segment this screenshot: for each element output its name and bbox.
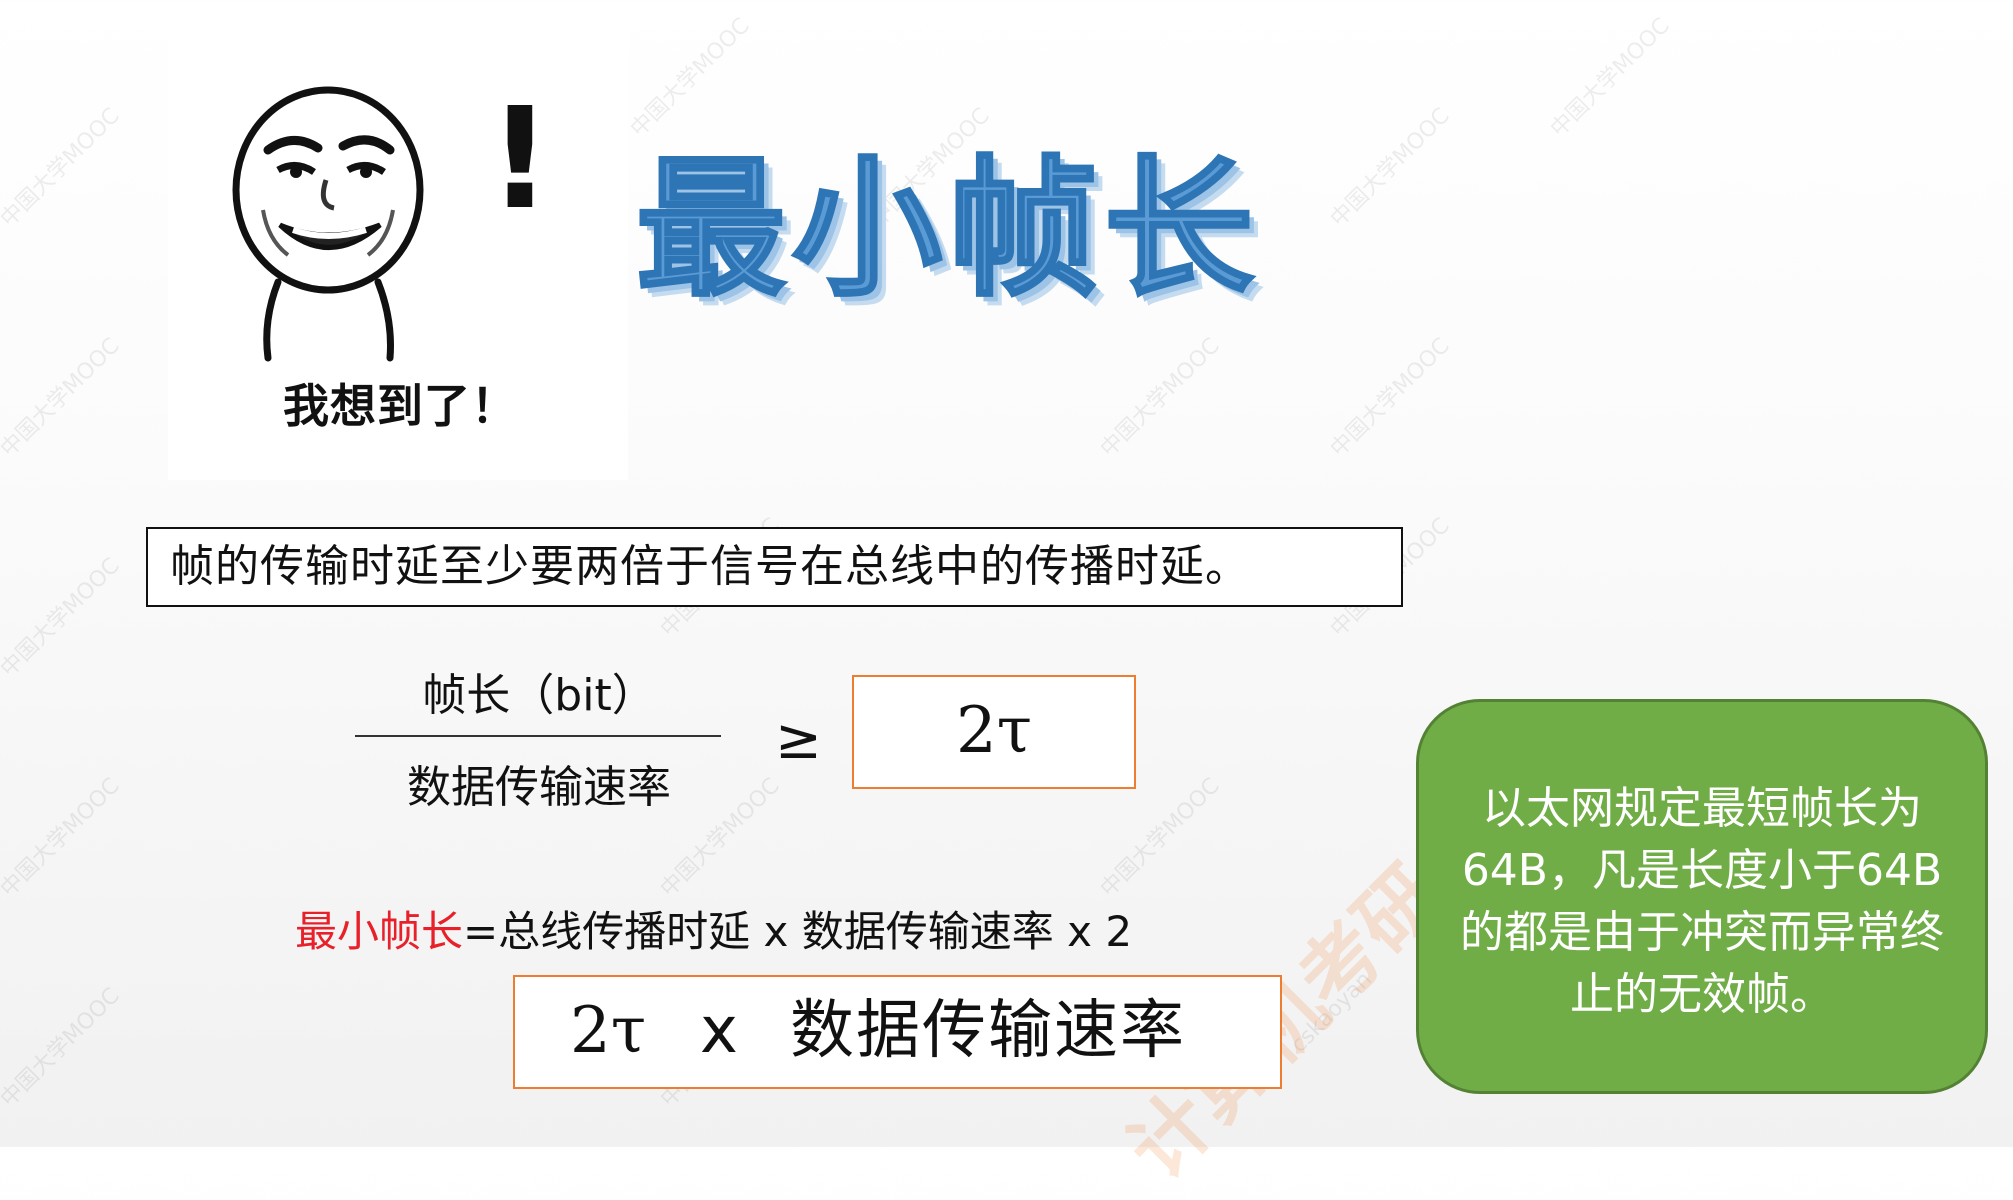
watermark-text: 中国大学MOOC (1095, 333, 1225, 463)
formula-rhs: =总线传播时延 x 数据传输速率 x 2 (463, 907, 1133, 956)
watermark-text: 中国大学MOOC (1545, 13, 1675, 143)
min-frame-formula: 最小帧长=总线传播时延 x 数据传输速率 x 2 (295, 902, 1132, 962)
result-box: 2τ x 数据传输速率 (513, 975, 1282, 1089)
statement-box: 帧的传输时延至少要两倍于信号在总线中的传播时延。 (146, 527, 1403, 607)
watermark-text: 中国大学MOOC (1095, 773, 1225, 903)
meme-image: ! 我想到了！ (168, 20, 628, 480)
formula-lhs: 最小帧长 (295, 907, 464, 956)
result-times: x (700, 994, 738, 1068)
watermark-text: 中国大学MOOC (0, 983, 125, 1113)
watermark-text: 中国大学MOOC (0, 773, 125, 903)
meme-caption: 我想到了！ (283, 379, 518, 433)
watermark-text: 中国大学MOOC (0, 103, 125, 233)
fraction-numerator: 帧长（bit） (422, 670, 656, 721)
slide-title: 最小帧长 (634, 143, 1261, 317)
watermark-text: 中国大学MOOC (1325, 103, 1455, 233)
watermark-text: 中国大学MOOC (1325, 333, 1455, 463)
two-tau-box: 2τ (852, 675, 1136, 789)
result-term-rate: 数据传输速率 (790, 994, 1186, 1068)
result-term-2tau: 2τ (570, 994, 647, 1068)
exclamation-mark: ! (488, 78, 552, 241)
fraction-denominator: 数据传输速率 (407, 762, 671, 813)
watermark-text: 中国大学MOOC (0, 333, 125, 463)
watermark-text: 中国大学MOOC (625, 13, 755, 143)
watermark-text: 中国大学MOOC (0, 553, 125, 683)
geq-operator: ≥ (775, 707, 822, 772)
fraction-bar (355, 735, 721, 737)
ethernet-note: 以太网规定最短帧长为64B，凡是长度小于64B的都是由于冲突而异常终止的无效帧。 (1416, 699, 1988, 1094)
